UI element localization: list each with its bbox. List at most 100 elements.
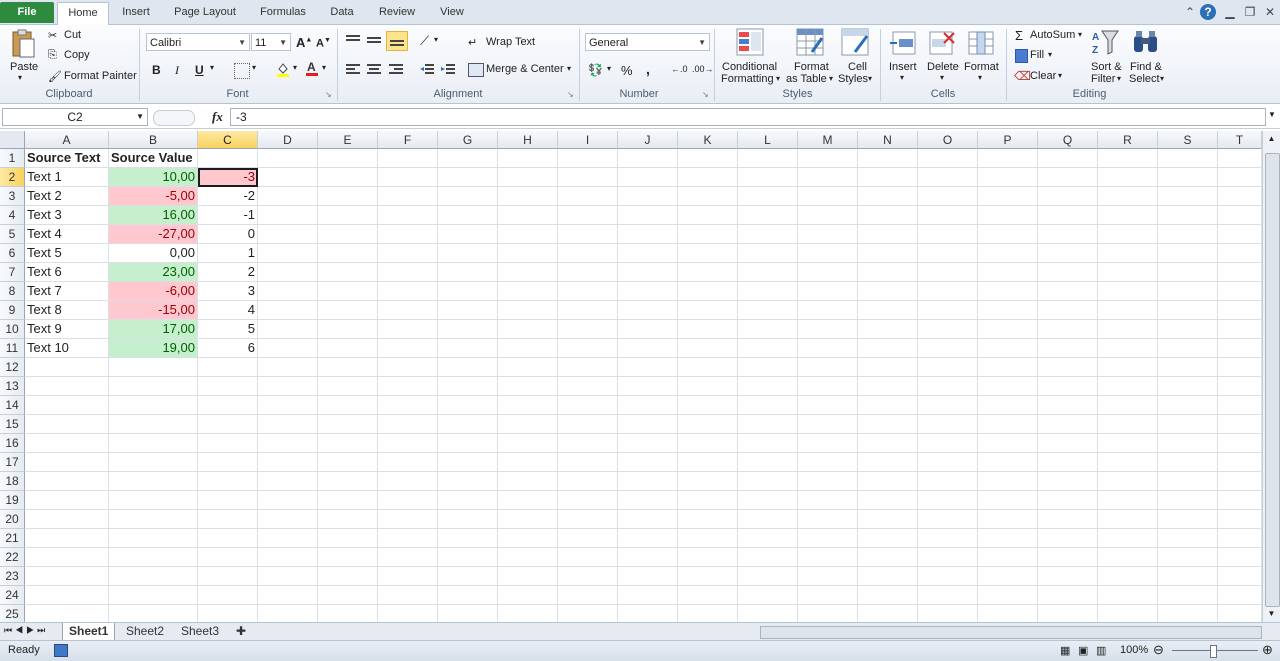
cell[interactable] xyxy=(978,263,1038,282)
cell[interactable] xyxy=(378,567,438,586)
cell[interactable] xyxy=(438,415,498,434)
column-header[interactable]: S xyxy=(1158,131,1218,149)
cell[interactable] xyxy=(258,377,318,396)
cell[interactable] xyxy=(378,168,438,187)
cell[interactable] xyxy=(1158,339,1218,358)
cell[interactable] xyxy=(978,301,1038,320)
row-header[interactable]: 21 xyxy=(0,529,25,548)
cell[interactable] xyxy=(378,548,438,567)
cell[interactable] xyxy=(198,586,258,605)
tab-data[interactable]: Data xyxy=(322,2,362,23)
number-dialog-launcher-icon[interactable]: ↘ xyxy=(702,90,709,99)
cell[interactable] xyxy=(198,548,258,567)
cell[interactable] xyxy=(558,434,618,453)
cell[interactable] xyxy=(378,149,438,168)
cell[interactable] xyxy=(378,434,438,453)
delete-button[interactable]: Delete xyxy=(927,61,959,73)
cell[interactable] xyxy=(618,529,678,548)
wrap-text-icon[interactable]: ↵ xyxy=(468,36,477,49)
cell[interactable] xyxy=(1038,377,1098,396)
column-header[interactable]: I xyxy=(558,131,618,149)
cell[interactable] xyxy=(438,586,498,605)
cell[interactable] xyxy=(1158,168,1218,187)
cell[interactable]: 2 xyxy=(198,263,258,282)
cell[interactable] xyxy=(498,396,558,415)
tab-home[interactable]: Home xyxy=(57,2,109,26)
view-page-break-icon[interactable]: ▥ xyxy=(1096,644,1106,657)
cell[interactable]: 3 xyxy=(198,282,258,301)
borders-icon[interactable] xyxy=(234,63,250,79)
cell[interactable] xyxy=(738,225,798,244)
formula-input[interactable]: -3 xyxy=(230,108,1266,126)
row-header[interactable]: 8 xyxy=(0,282,25,301)
cell[interactable] xyxy=(438,206,498,225)
cell[interactable] xyxy=(1158,301,1218,320)
cell[interactable]: Text 6 xyxy=(25,263,109,282)
merge-dropdown-icon[interactable]: ▾ xyxy=(567,64,571,73)
format-dropdown-icon[interactable]: ▾ xyxy=(978,73,982,82)
cell[interactable] xyxy=(738,301,798,320)
column-header[interactable]: Q xyxy=(1038,131,1098,149)
cell[interactable] xyxy=(678,225,738,244)
cell[interactable] xyxy=(109,491,198,510)
cell[interactable] xyxy=(618,244,678,263)
sort-filter-button[interactable]: Sort & xyxy=(1091,61,1122,73)
cell[interactable] xyxy=(438,358,498,377)
cell[interactable] xyxy=(109,358,198,377)
cell[interactable] xyxy=(1038,529,1098,548)
cell[interactable]: 5 xyxy=(198,320,258,339)
cell[interactable]: Source Value xyxy=(109,149,198,168)
cell[interactable] xyxy=(618,225,678,244)
cell[interactable] xyxy=(918,168,978,187)
scroll-up-icon[interactable]: ▲ xyxy=(1266,134,1277,144)
cell[interactable] xyxy=(678,206,738,225)
cell[interactable] xyxy=(1098,377,1158,396)
cell[interactable] xyxy=(798,244,858,263)
cell[interactable] xyxy=(1218,149,1262,168)
cell[interactable] xyxy=(378,301,438,320)
cell[interactable] xyxy=(798,396,858,415)
cell[interactable] xyxy=(1158,206,1218,225)
cell[interactable] xyxy=(318,339,378,358)
cell[interactable] xyxy=(738,396,798,415)
cell[interactable] xyxy=(558,548,618,567)
align-top-icon[interactable] xyxy=(346,34,360,46)
cell[interactable] xyxy=(798,263,858,282)
cell[interactable] xyxy=(25,510,109,529)
cell[interactable] xyxy=(1098,282,1158,301)
cell[interactable] xyxy=(978,358,1038,377)
cell[interactable] xyxy=(918,263,978,282)
cell[interactable] xyxy=(918,244,978,263)
format-cells-icon[interactable] xyxy=(967,30,995,56)
cell[interactable] xyxy=(798,206,858,225)
cell[interactable]: 17,00 xyxy=(109,320,198,339)
cell[interactable] xyxy=(618,396,678,415)
cell[interactable] xyxy=(258,244,318,263)
cell[interactable] xyxy=(378,244,438,263)
cell[interactable] xyxy=(678,529,738,548)
column-header[interactable]: G xyxy=(438,131,498,149)
font-color-dropdown-icon[interactable]: ▾ xyxy=(322,63,326,72)
cell[interactable] xyxy=(918,586,978,605)
cell[interactable] xyxy=(258,434,318,453)
minimize-ribbon-icon[interactable]: ⌃ xyxy=(1182,4,1198,20)
cell[interactable] xyxy=(1098,586,1158,605)
cell[interactable] xyxy=(618,567,678,586)
cell[interactable] xyxy=(678,187,738,206)
cell[interactable] xyxy=(1038,453,1098,472)
autosum-icon[interactable]: Σ xyxy=(1015,28,1023,43)
cell[interactable] xyxy=(109,472,198,491)
cell[interactable] xyxy=(1218,301,1262,320)
cell[interactable] xyxy=(109,529,198,548)
column-header[interactable]: M xyxy=(798,131,858,149)
cell[interactable] xyxy=(858,149,918,168)
cell[interactable] xyxy=(738,415,798,434)
cell[interactable] xyxy=(738,339,798,358)
decrease-decimal-icon[interactable]: .00→ xyxy=(692,64,714,74)
cell[interactable] xyxy=(978,244,1038,263)
close-window-icon[interactable]: ✕ xyxy=(1262,4,1278,20)
cell[interactable] xyxy=(1218,244,1262,263)
cell[interactable] xyxy=(1038,187,1098,206)
shrink-font-icon[interactable]: A▼ xyxy=(316,37,331,50)
cell[interactable] xyxy=(738,472,798,491)
